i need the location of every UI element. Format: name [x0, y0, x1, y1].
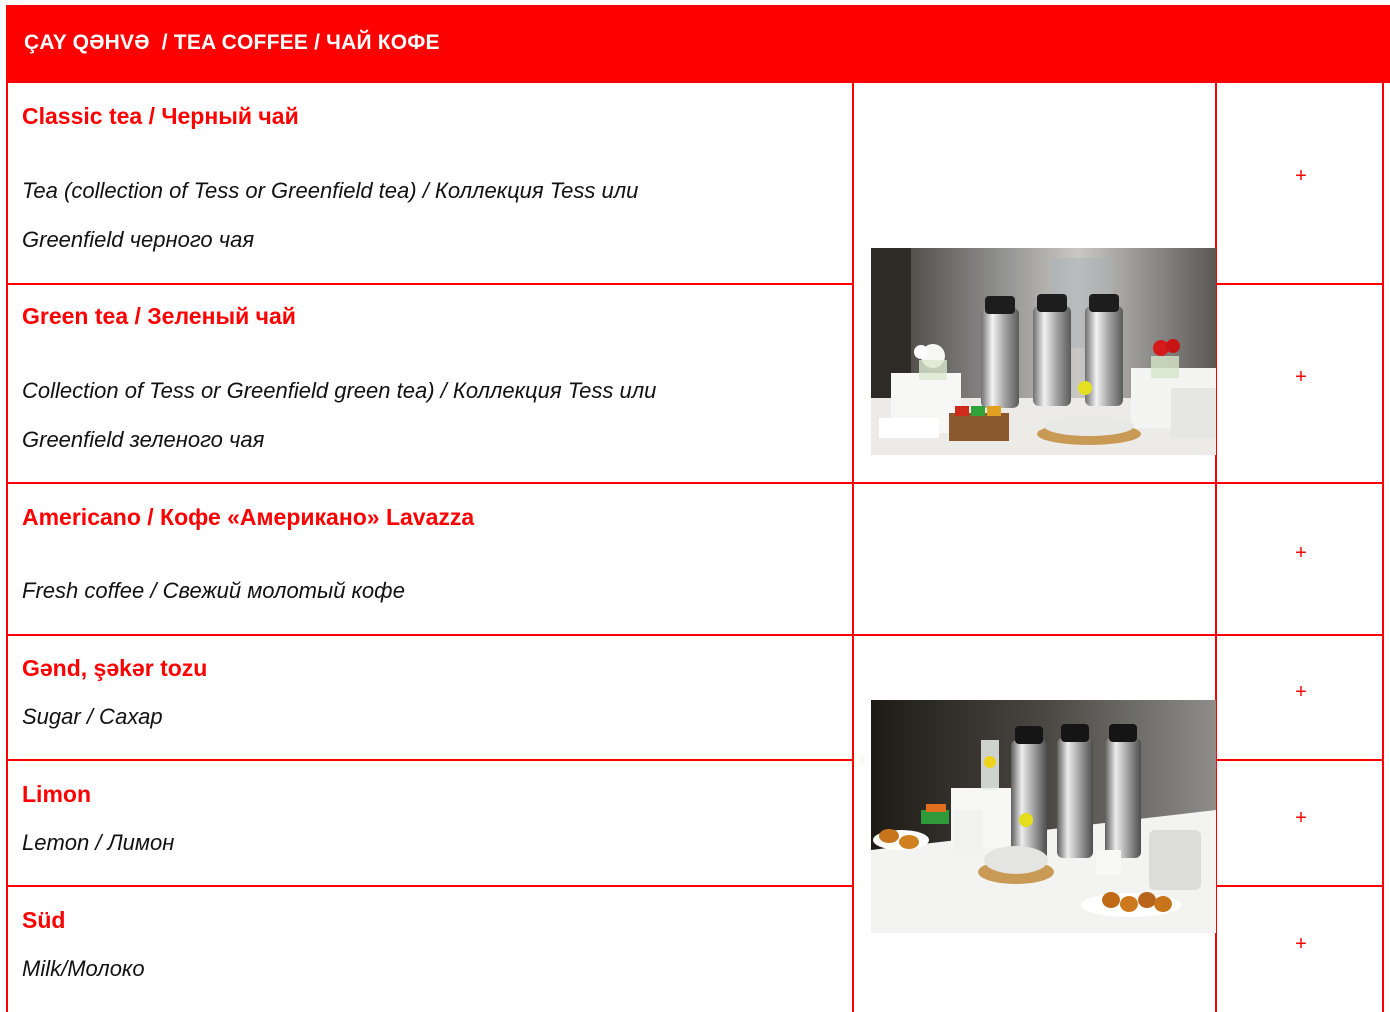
item-description: Fresh coffee / Свежий молотый кофе: [22, 578, 406, 603]
row-divider: [1215, 759, 1384, 761]
item-description: Milk/Молоко: [22, 956, 145, 981]
item-description: Collection of Tess or Greenfield green t…: [22, 378, 657, 403]
coffee-break-photo: [871, 700, 1216, 933]
menu-section-header: ÇAY QƏHVƏ / TEA COFFEE / ЧАЙ КОФЕ: [6, 5, 1390, 83]
item-name: Classic tea / Черный чай: [22, 103, 299, 129]
table-border-left: [6, 83, 8, 1012]
add-item-button[interactable]: +: [1218, 366, 1384, 389]
add-item-button[interactable]: +: [1218, 542, 1384, 565]
section-title: ÇAY QƏHVƏ / TEA COFFEE / ЧАЙ КОФЕ: [24, 31, 440, 54]
add-item-button[interactable]: +: [1218, 681, 1384, 704]
item-description: Greenfield черного чая: [22, 227, 255, 252]
row-divider: [6, 482, 1384, 484]
row-divider: [1215, 885, 1384, 887]
item-description: Tea (collection of Tess or Greenfield te…: [22, 178, 639, 203]
item-name: Americano / Кофе «Американо» Lavazza: [22, 504, 475, 530]
add-item-button[interactable]: +: [1218, 165, 1384, 188]
tea-station-photo: [871, 248, 1216, 455]
add-item-button[interactable]: +: [1218, 933, 1384, 956]
item-description: Greenfield зеленого чая: [22, 427, 265, 452]
table-border-image-left: [852, 83, 854, 1012]
row-divider: [6, 885, 853, 887]
item-name: Limon: [22, 781, 91, 807]
item-name: Green tea / Зеленый чай: [22, 303, 296, 329]
item-description: Lemon / Лимон: [22, 830, 175, 855]
item-name: Süd: [22, 907, 66, 933]
row-divider: [6, 759, 853, 761]
row-divider: [6, 283, 853, 285]
row-divider: [6, 634, 1384, 636]
item-name: Gənd, şəkər tozu: [22, 655, 208, 681]
row-divider: [1215, 283, 1384, 285]
item-description: Sugar / Сахар: [22, 704, 163, 729]
add-item-button[interactable]: +: [1218, 807, 1384, 830]
